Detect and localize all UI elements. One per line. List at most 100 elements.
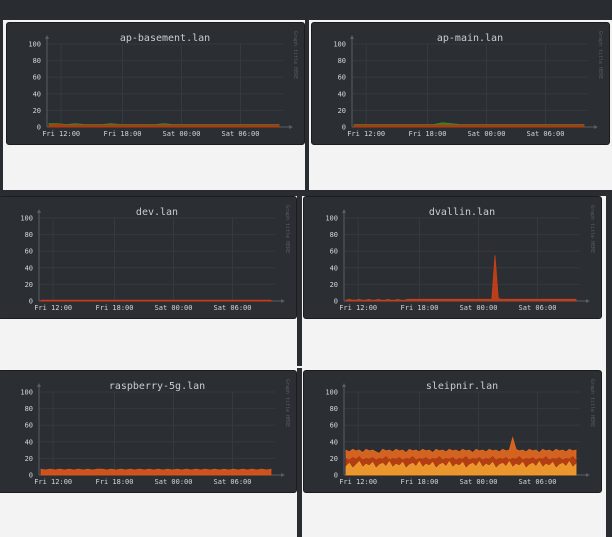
vertical-label: Graph title HERE xyxy=(284,379,290,427)
x-tick-label: Sat 00:00 xyxy=(155,304,193,312)
y-tick-label: 40 xyxy=(25,264,33,272)
x-axis-arrow xyxy=(586,473,590,477)
y-tick-label: 20 xyxy=(330,455,338,463)
y-tick-label: 40 xyxy=(338,90,346,98)
panel-column-edge xyxy=(297,196,302,366)
x-tick-label: Fri 18:00 xyxy=(401,478,439,486)
y-axis-arrow xyxy=(350,35,354,39)
y-tick-label: 0 xyxy=(29,472,33,480)
y-tick-label: 20 xyxy=(330,281,338,289)
x-axis-arrow xyxy=(281,473,285,477)
y-tick-label: 60 xyxy=(330,422,338,430)
x-axis-arrow xyxy=(594,125,598,129)
chart-title: dvallin.lan xyxy=(429,207,495,218)
series-area-0 xyxy=(345,255,577,302)
y-tick-label: 60 xyxy=(330,248,338,256)
vertical-label: Graph title HERE xyxy=(589,379,595,427)
x-tick-label: Fri 12:00 xyxy=(34,304,72,312)
x-tick-label: Fri 12:00 xyxy=(339,304,377,312)
y-tick-label: 20 xyxy=(25,455,33,463)
y-tick-label: 80 xyxy=(330,231,338,239)
series-area-1 xyxy=(353,124,585,128)
x-axis-arrow xyxy=(281,299,285,303)
y-tick-label: 0 xyxy=(342,124,346,132)
vertical-label: Graph title HERE xyxy=(292,31,298,79)
chart-svg: dvallin.lan Graph title HERE 0 20 40 60 80 100 F… xyxy=(325,205,595,312)
chart-title: ap-basement.lan xyxy=(120,33,210,44)
y-tick-label: 80 xyxy=(330,405,338,413)
chart-svg: dev.lan Graph title HERE 0 20 40 60 80 100 Fri 1… xyxy=(20,205,290,312)
x-tick-label: Sat 00:00 xyxy=(460,304,498,312)
panel-column-edge xyxy=(0,20,3,192)
y-tick-label: 0 xyxy=(334,472,338,480)
x-axis-arrow xyxy=(586,299,590,303)
vertical-label: Graph title HERE xyxy=(589,205,595,253)
y-axis-arrow xyxy=(37,209,41,213)
y-tick-label: 0 xyxy=(29,298,33,306)
y-tick-label: 100 xyxy=(325,215,338,223)
chart-panel-ap-basement[interactable]: ap-basement.lan Graph title HERE 0 20 40 60 80… xyxy=(6,22,305,145)
x-tick-label: Sat 06:00 xyxy=(214,304,252,312)
y-tick-label: 100 xyxy=(325,389,338,397)
y-tick-label: 80 xyxy=(33,57,41,65)
y-axis-arrow xyxy=(37,383,41,387)
y-tick-label: 40 xyxy=(33,90,41,98)
y-tick-label: 80 xyxy=(25,405,33,413)
x-tick-label: Sat 06:00 xyxy=(214,478,252,486)
chart-svg: raspberry-5g.lan Graph title HERE 0 20 40 60 8… xyxy=(20,379,290,486)
x-tick-label: Fri 12:00 xyxy=(34,478,72,486)
x-tick-label: Sat 00:00 xyxy=(468,130,506,138)
x-tick-label: Fri 18:00 xyxy=(409,130,447,138)
x-tick-label: Sat 00:00 xyxy=(163,130,201,138)
y-axis-arrow xyxy=(342,383,346,387)
vertical-label: Graph title HERE xyxy=(284,205,290,253)
y-tick-label: 60 xyxy=(25,248,33,256)
y-axis-arrow xyxy=(342,209,346,213)
x-tick-label: Fri 18:00 xyxy=(104,130,142,138)
y-tick-label: 100 xyxy=(20,215,33,223)
x-tick-label: Sat 06:00 xyxy=(519,304,557,312)
series-area-0 xyxy=(40,468,272,476)
x-tick-label: Fri 18:00 xyxy=(96,478,134,486)
y-tick-label: 40 xyxy=(330,438,338,446)
x-tick-label: Sat 06:00 xyxy=(527,130,565,138)
y-tick-label: 80 xyxy=(338,57,346,65)
y-tick-label: 100 xyxy=(20,389,33,397)
chart-panel-raspberry-5g[interactable]: raspberry-5g.lan Graph title HERE 0 20 40 60 8… xyxy=(0,370,297,493)
y-tick-label: 20 xyxy=(33,107,41,115)
chart-panel-dev[interactable]: dev.lan Graph title HERE 0 20 40 60 80 100 Fri 1… xyxy=(0,196,297,319)
x-tick-label: Fri 12:00 xyxy=(42,130,80,138)
vertical-label: Graph title HERE xyxy=(597,31,603,79)
y-axis-arrow xyxy=(45,35,49,39)
y-tick-label: 20 xyxy=(25,281,33,289)
x-axis-arrow xyxy=(289,125,293,129)
chart-title: dev.lan xyxy=(136,207,178,218)
chart-title: ap-main.lan xyxy=(437,33,503,44)
chart-panel-sleipnir[interactable]: sleipnir.lan Graph title HERE 0 20 40 60 80 100… xyxy=(303,370,602,493)
y-tick-label: 60 xyxy=(25,422,33,430)
x-tick-label: Sat 00:00 xyxy=(155,478,193,486)
panel-column-edge xyxy=(305,20,309,192)
x-tick-label: Sat 06:00 xyxy=(222,130,260,138)
y-tick-label: 0 xyxy=(334,298,338,306)
chart-title: sleipnir.lan xyxy=(426,381,498,392)
x-tick-label: Fri 12:00 xyxy=(339,478,377,486)
chart-panel-ap-main[interactable]: ap-main.lan Graph title HERE 0 20 40 60 80 100 F… xyxy=(311,22,610,145)
y-tick-label: 40 xyxy=(25,438,33,446)
y-tick-label: 40 xyxy=(330,264,338,272)
y-tick-label: 100 xyxy=(28,41,41,49)
series-area-0 xyxy=(40,299,272,302)
x-tick-label: Fri 18:00 xyxy=(401,304,439,312)
x-tick-label: Fri 18:00 xyxy=(96,304,134,312)
x-tick-label: Sat 00:00 xyxy=(460,478,498,486)
chart-svg: sleipnir.lan Graph title HERE 0 20 40 60 80 100… xyxy=(325,379,595,486)
chart-svg: ap-main.lan Graph title HERE 0 20 40 60 80 100 F… xyxy=(333,31,603,138)
panel-column-edge xyxy=(297,368,302,537)
x-tick-label: Sat 06:00 xyxy=(519,478,557,486)
y-tick-label: 60 xyxy=(33,74,41,82)
y-tick-label: 80 xyxy=(25,231,33,239)
y-tick-label: 20 xyxy=(338,107,346,115)
panel-column-edge xyxy=(606,196,612,537)
chart-panel-dvallin[interactable]: dvallin.lan Graph title HERE 0 20 40 60 80 100 F… xyxy=(303,196,602,319)
y-tick-label: 0 xyxy=(37,124,41,132)
